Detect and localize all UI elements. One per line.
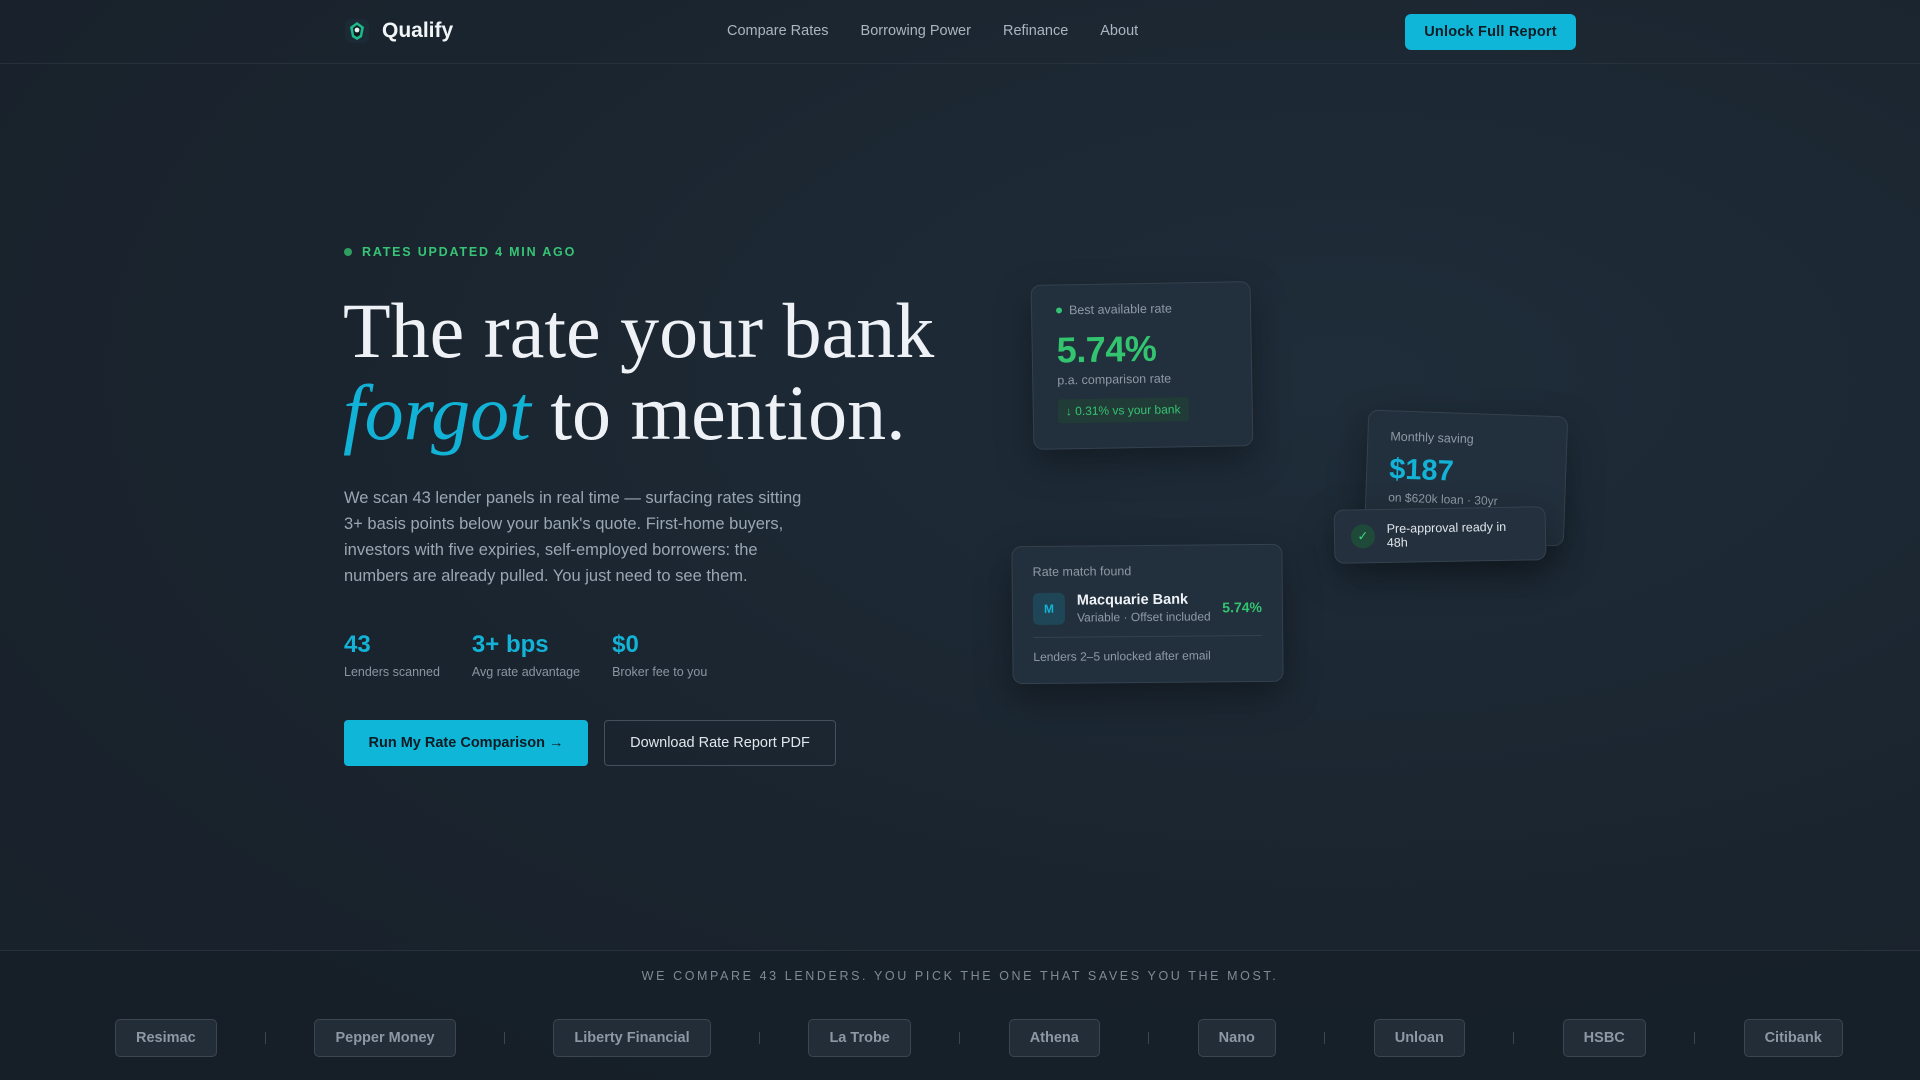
separator xyxy=(1694,1032,1696,1044)
lender-avatar: M xyxy=(1032,592,1066,625)
card-label-row: Best available rate xyxy=(1055,301,1226,318)
stat-label: Lenders scanned xyxy=(344,665,440,679)
lender-info: Macquarie Bank Variable · Offset include… xyxy=(1076,591,1223,625)
lender-pill-resimac: Resimac xyxy=(115,1019,217,1057)
stat-rate-advantage: 3+ bps Avg rate advantage xyxy=(472,630,580,679)
lender-pill-nano: Nano xyxy=(1197,1019,1276,1057)
rate-match-card: Rate match found M Macquarie Bank Variab… xyxy=(1011,543,1284,685)
lender-pill-unloan: Unloan xyxy=(1373,1019,1465,1057)
rates-status: RATES UPDATED 4 MIN AGO xyxy=(344,245,576,259)
nav-link-borrowing-power[interactable]: Borrowing Power xyxy=(861,23,971,39)
separator xyxy=(959,1032,961,1044)
nav-link-refinance[interactable]: Refinance xyxy=(1003,23,1068,39)
match-footer: Lenders 2–5 unlocked after email xyxy=(1033,648,1211,664)
brand[interactable]: Qualify xyxy=(344,18,453,44)
best-rate-value: 5.74% xyxy=(1056,327,1157,371)
separator xyxy=(503,1032,505,1044)
divider xyxy=(1033,635,1263,638)
stat-label: Broker fee to you xyxy=(612,665,708,679)
preapproval-card: ✓ Pre-approval ready in 48h xyxy=(1333,506,1547,564)
unlock-report-button[interactable]: Unlock Full Report xyxy=(1405,14,1576,50)
lender-list: Resimac Pepper Money Liberty Financial L… xyxy=(115,1019,1843,1057)
card-label: Rate match found xyxy=(1032,564,1132,580)
stat-broker-fee: $0 Broker fee to you xyxy=(612,630,707,679)
top-nav: Qualify Compare Rates Borrowing Power Re… xyxy=(0,0,1920,64)
lender-pill-liberty-financial: Liberty Financial xyxy=(553,1019,711,1057)
headline-accent: forgot xyxy=(343,369,531,456)
lender-strip: WE COMPARE 43 LENDERS. YOU PICK THE ONE … xyxy=(0,950,1920,1080)
status-dot-icon xyxy=(344,248,352,256)
card-label: Monthly saving xyxy=(1390,429,1474,447)
lender-pill-la-trobe: La Trobe xyxy=(808,1019,911,1057)
lender-pill-pepper-money: Pepper Money xyxy=(314,1019,456,1057)
rate-diff-badge: ↓ 0.31% vs your bank xyxy=(1057,397,1189,424)
separator xyxy=(1513,1032,1515,1044)
separator xyxy=(1324,1032,1326,1044)
lender-name: Macquarie Bank xyxy=(1076,591,1189,609)
headline-rest: to mention. xyxy=(530,369,906,456)
lender-pill-athena: Athena xyxy=(1008,1019,1100,1057)
stat-label: Avg rate advantage xyxy=(471,665,581,679)
hero-stats: 43 Lenders scanned 3+ bps Avg rate advan… xyxy=(344,630,707,679)
card-label: Best available rate xyxy=(1068,301,1172,318)
nav-link-about[interactable]: About xyxy=(1100,23,1138,39)
hero-lead: We scan 43 lender panels in real time — … xyxy=(344,489,802,585)
lender-rate: 5.74% xyxy=(1222,599,1263,616)
separator xyxy=(265,1032,267,1044)
lender-detail: Variable · Offset included xyxy=(1076,609,1211,625)
separator xyxy=(759,1032,761,1044)
lender-pill-citibank: Citibank xyxy=(1743,1019,1843,1057)
check-icon: ✓ xyxy=(1350,524,1375,549)
stat-value: 3+ bps xyxy=(471,631,549,658)
stat-lenders: 43 Lenders scanned xyxy=(344,630,440,679)
nav-links: Compare Rates Borrowing Power Refinance … xyxy=(727,23,1138,39)
match-row: M Macquarie Bank Variable · Offset inclu… xyxy=(1032,591,1263,625)
strip-title: WE COMPARE 43 LENDERS. YOU PICK THE ONE … xyxy=(641,969,1279,983)
run-comparison-button[interactable]: Run My Rate Comparison → xyxy=(344,720,588,766)
best-rate-card: Best available rate 5.74% p.a. compariso… xyxy=(1030,281,1254,450)
best-rate-sub: p.a. comparison rate xyxy=(1057,371,1172,388)
lender-pill-hsbc: HSBC xyxy=(1562,1019,1646,1057)
hero-headline: The rate your bank forgot to mention. xyxy=(343,290,1043,454)
preapproval-text: Pre-approval ready in 48h xyxy=(1386,519,1507,550)
saving-value: $187 xyxy=(1388,453,1455,488)
brand-name: Qualify xyxy=(382,19,454,42)
stat-value: $0 xyxy=(612,631,639,658)
headline-line-1: The rate your bank xyxy=(343,287,935,374)
separator xyxy=(1148,1032,1150,1044)
stat-value: 43 xyxy=(344,631,371,658)
download-report-button[interactable]: Download Rate Report PDF xyxy=(604,720,836,766)
status-text: RATES UPDATED 4 MIN AGO xyxy=(362,245,577,259)
nav-link-compare-rates[interactable]: Compare Rates xyxy=(727,23,829,39)
live-dot-icon xyxy=(1055,307,1063,314)
brand-logo-icon xyxy=(345,19,369,43)
